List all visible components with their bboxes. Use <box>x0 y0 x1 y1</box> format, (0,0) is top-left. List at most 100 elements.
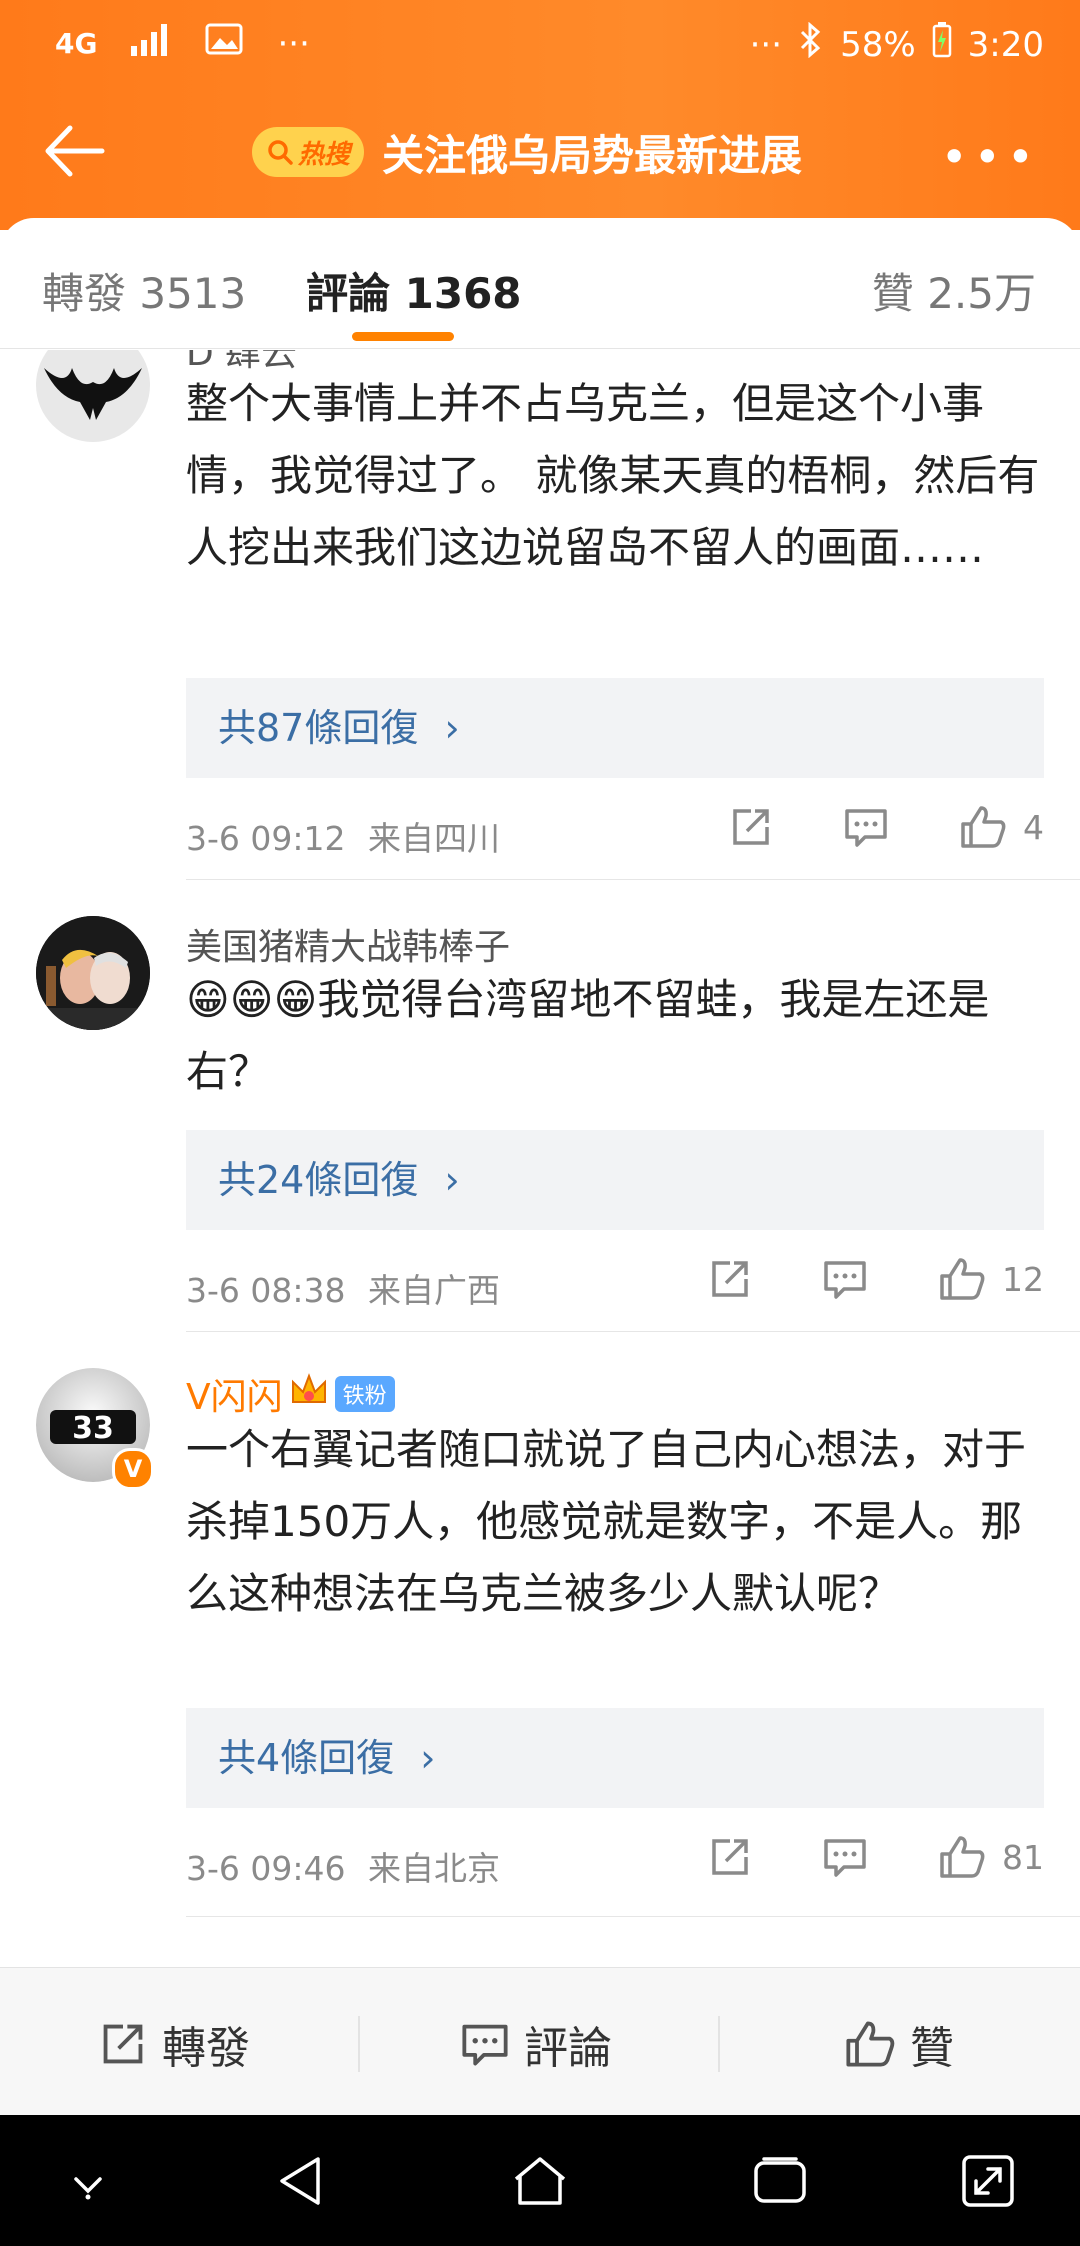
replies-count: 共24條回復 <box>218 1158 419 1202</box>
bottom-comment-label: 評論 <box>524 2023 612 2074</box>
avatar-image <box>36 916 150 1030</box>
thumbs-up-icon <box>846 2021 895 2067</box>
status-dots-right: ··· <box>749 24 783 65</box>
svg-text:33: 33 <box>72 1411 114 1446</box>
tab-bar: 轉發 3513 評論 1368 贊 2.5万 <box>0 218 1080 349</box>
username-text: V闪闪 <box>186 1377 283 1418</box>
back-arrow-icon <box>45 125 105 177</box>
header: 4G ··· ··· 58% 3:20 热搜 关注俄乌局势最新进展 ••• <box>0 0 1080 230</box>
separator <box>358 2016 360 2072</box>
tab-repost[interactable]: 轉發 3513 <box>42 260 246 321</box>
expand-icon[interactable] <box>960 2153 1016 2209</box>
status-bar: 4G ··· ··· 58% 3:20 <box>0 0 1080 90</box>
like-count: 4 <box>1023 807 1044 847</box>
comment-text: 😁😁😁我觉得台湾留地不留蛙，我是左还是右？ <box>186 975 990 1096</box>
share-icon <box>733 809 769 845</box>
comment-icon <box>824 1839 866 1877</box>
gallery-icon <box>205 23 243 64</box>
chevron-right-icon: › <box>444 706 460 750</box>
share-button[interactable] <box>708 1835 752 1879</box>
replies-link[interactable]: 共87條回復 › <box>186 678 1044 778</box>
clock: 3:20 <box>967 24 1044 65</box>
reply-button[interactable] <box>822 1835 868 1879</box>
share-button[interactable] <box>708 1257 752 1301</box>
comment-actions: 4 <box>729 804 1044 850</box>
battery-icon <box>932 22 952 67</box>
share-button[interactable] <box>729 805 773 849</box>
comment-item: D 肆云 整个大事情上并不占乌克兰，但是这个小事情，我觉得过了。 就像某天真的梧… <box>0 350 1080 880</box>
like-button[interactable]: 12 <box>938 1256 1044 1302</box>
comment-location: 来自四川 <box>368 819 500 858</box>
thumbs-up-icon <box>940 1258 985 1300</box>
bluetooth-icon <box>798 21 824 67</box>
reply-button[interactable] <box>822 1257 868 1301</box>
chevron-right-icon: › <box>444 1158 460 1202</box>
comment-icon <box>845 809 887 847</box>
share-icon <box>712 1261 748 1297</box>
replies-count: 共4條回復 <box>218 1736 395 1780</box>
comment-list: D 肆云 整个大事情上并不占乌克兰，但是这个小事情，我觉得过了。 就像某天真的梧… <box>0 350 1080 1967</box>
hide-keyboard-icon[interactable] <box>66 2161 110 2205</box>
comment-actions: 12 <box>708 1256 1044 1302</box>
like-count: 12 <box>1002 1259 1044 1299</box>
home-icon[interactable] <box>510 2153 570 2209</box>
bottom-comment-button[interactable]: 評論 <box>460 2012 612 2076</box>
share-icon <box>103 2024 143 2064</box>
comment-time: 3-6 09:12 <box>186 819 346 858</box>
hot-search-badge[interactable]: 热搜 <box>252 127 364 177</box>
page-title: 关注俄乌局势最新进展 <box>382 131 803 180</box>
comment-location: 来自广西 <box>368 1271 500 1310</box>
username[interactable]: 美国猪精大战韩棒子 <box>186 918 510 970</box>
reply-button[interactable] <box>843 805 889 849</box>
replies-count: 共87條回復 <box>218 706 419 750</box>
signal-icon <box>131 22 171 65</box>
more-button[interactable]: ••• <box>941 130 1040 184</box>
comment-time: 3-6 09:46 <box>186 1849 346 1888</box>
separator <box>718 2016 720 2072</box>
like-button[interactable]: 4 <box>959 804 1044 850</box>
comment-meta: 3-6 08:38 来自广西 <box>186 1264 500 1312</box>
active-tab-indicator <box>352 332 454 341</box>
avatar[interactable] <box>36 916 150 1030</box>
share-icon <box>712 1839 748 1875</box>
avatar[interactable] <box>36 350 150 442</box>
nav-bar: 热搜 关注俄乌局势最新进展 ••• <box>0 100 1080 210</box>
comment-item: 美国猪精大战韩棒子 😁😁😁我觉得台湾留地不留蛙，我是左还是右？ 共24條回復 ›… <box>0 880 1080 1332</box>
bottom-action-bar: 轉發 評論 贊 <box>0 1967 1080 2116</box>
comment-text: 整个大事情上并不占乌克兰，但是这个小事情，我觉得过了。 就像某天真的梧桐，然后有… <box>186 379 1040 572</box>
recent-apps-icon[interactable] <box>752 2153 808 2209</box>
comment-icon <box>824 1261 866 1299</box>
bottom-like-label: 贊 <box>910 2023 954 2074</box>
status-dots: ··· <box>277 23 310 64</box>
back-button[interactable] <box>40 122 110 182</box>
tab-comments[interactable]: 評論 1368 <box>306 260 522 321</box>
comment-item: 33 V V闪闪 铁粉 一个右翼记者随口就说了自己内心想法，对于杀掉150万人，… <box>0 1332 1080 1932</box>
system-nav-bar <box>0 2115 1080 2246</box>
search-icon <box>268 140 293 165</box>
comment-meta: 3-6 09:46 来自北京 <box>186 1842 500 1890</box>
chevron-right-icon: › <box>420 1736 436 1780</box>
hot-search-label: 热搜 <box>297 139 350 170</box>
replies-link[interactable]: 共4條回復 › <box>186 1708 1044 1808</box>
username[interactable]: V闪闪 铁粉 <box>186 1368 395 1420</box>
network-indicator: 4G <box>55 27 98 60</box>
bottom-repost-button[interactable]: 轉發 <box>98 2012 250 2076</box>
comment-time: 3-6 08:38 <box>186 1271 346 1310</box>
divider <box>186 1916 1080 1917</box>
comment-icon <box>462 2024 508 2066</box>
battery-level: 58% <box>840 24 916 65</box>
tab-likes[interactable]: 贊 2.5万 <box>872 260 1036 321</box>
verified-icon: V <box>112 1448 154 1490</box>
comment-actions: 81 <box>708 1834 1044 1880</box>
replies-link[interactable]: 共24條回復 › <box>186 1130 1044 1230</box>
like-button[interactable]: 81 <box>938 1834 1044 1880</box>
thumbs-up-icon <box>940 1836 985 1878</box>
thumbs-up-icon <box>961 806 1006 848</box>
comment-text: 一个右翼记者随口就说了自己内心想法，对于杀掉150万人，他感觉就是数字，不是人。… <box>186 1425 1027 1618</box>
bat-icon <box>44 368 142 420</box>
bottom-repost-label: 轉發 <box>162 2023 250 2074</box>
back-nav-icon[interactable] <box>274 2153 330 2209</box>
like-count: 81 <box>1002 1837 1044 1877</box>
bottom-like-button[interactable]: 贊 <box>844 2012 954 2076</box>
comment-meta: 3-6 09:12 来自四川 <box>186 812 500 860</box>
